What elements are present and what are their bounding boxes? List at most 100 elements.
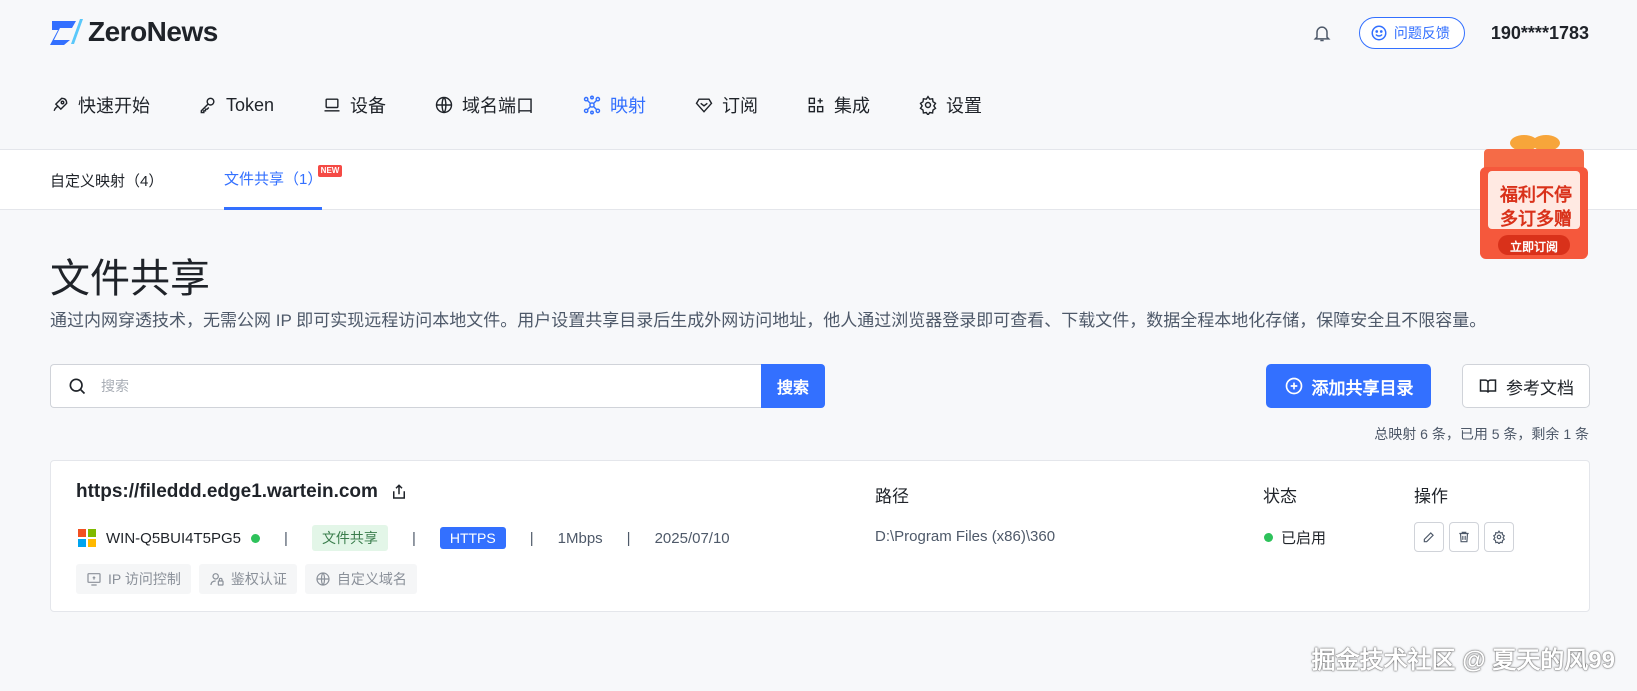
page-title: 文件共享: [50, 257, 210, 301]
type-tag: 文件共享: [311, 525, 388, 551]
feedback-button[interactable]: 问题反馈: [1358, 17, 1465, 49]
docs-button-label: 参考文档: [1506, 378, 1574, 398]
rocket-icon: [53, 97, 68, 112]
edit-button[interactable]: [1414, 522, 1444, 552]
nav-label: 快速开始: [78, 96, 150, 116]
nav-label: 映射: [610, 96, 647, 116]
nav-label: 设备: [350, 96, 387, 116]
separator: |: [626, 529, 631, 547]
bandwidth: 1Mbps: [557, 529, 603, 547]
feature-chips: IP 访问控制 鉴权认证 自定义域名: [76, 564, 417, 594]
top-header: ZeroNews 问题反馈 190****1783 快速开始 Token 设备: [0, 0, 1637, 150]
main-nav: 快速开始 Token 设备 域名端口 映射 订阅 集成 设置: [50, 90, 1030, 120]
separator: |: [411, 529, 416, 547]
feedback-label: 问题反馈: [1393, 25, 1450, 41]
monitor-shield-icon: [87, 573, 101, 586]
column-path-header: 路径: [875, 487, 909, 506]
delete-button[interactable]: [1449, 522, 1479, 552]
logo[interactable]: ZeroNews: [50, 16, 218, 48]
device-name: WIN-Q5BUI4T5PG5: [106, 529, 242, 547]
header-actions: 问题反馈 190****1783: [1311, 16, 1589, 50]
settings-button[interactable]: [1484, 522, 1514, 552]
promo-gift-banner[interactable]: 福利不停 多订多赠 立即订阅: [1480, 135, 1588, 265]
tab-file-share[interactable]: 文件共享（1） NEW: [224, 150, 343, 210]
search-box: [50, 364, 761, 408]
nav-item-domains[interactable]: 域名端口: [434, 90, 534, 120]
feature-label: 鉴权认证: [230, 571, 287, 587]
key-icon: [200, 97, 215, 114]
bell-icon[interactable]: [1311, 22, 1333, 44]
diamond-icon: [695, 98, 713, 113]
network-icon: [583, 95, 601, 115]
user-account[interactable]: 190****1783: [1491, 23, 1589, 44]
globe-icon: [316, 572, 330, 586]
status-dot: [1264, 533, 1273, 542]
mapping-card: https://fileddd.edge1.wartein.com 路径 状态 …: [50, 460, 1590, 612]
feature-label: IP 访问控制: [108, 571, 181, 587]
nav-item-devices[interactable]: 设备: [322, 90, 386, 120]
separator: |: [284, 529, 288, 547]
share-path: D:\Program Files (x86)\360: [875, 528, 1056, 545]
action-buttons: [1414, 522, 1514, 552]
search-input[interactable]: [101, 378, 701, 394]
promo-line-1: 福利不停: [1500, 185, 1572, 205]
add-share-directory-button[interactable]: 添加共享目录: [1266, 364, 1431, 408]
tab-label: 文件共享（1）: [224, 171, 323, 188]
apps-icon: [808, 97, 824, 113]
search-icon: [69, 378, 86, 395]
custom-domain-chip[interactable]: 自定义域名: [304, 564, 417, 594]
trash-icon: [1459, 531, 1469, 543]
new-badge: NEW: [317, 165, 343, 177]
nav-label: 订阅: [722, 96, 759, 116]
nav-item-subscription[interactable]: 订阅: [694, 90, 758, 120]
page-description: 通过内网穿透技术，无需公网 IP 即可实现远程访问本地文件。用户设置共享目录后生…: [50, 311, 1487, 330]
laptop-icon: [324, 98, 340, 112]
pencil-icon: [1423, 532, 1434, 543]
column-status-header: 状态: [1263, 487, 1297, 506]
auth-chip[interactable]: 鉴权认证: [198, 564, 297, 594]
mapping-quota: 总映射 6 条，已用 5 条，剩余 1 条: [1374, 426, 1589, 442]
promo-line-2: 多订多赠: [1500, 209, 1572, 229]
user-lock-icon: [210, 573, 224, 586]
plus-circle-icon: [1285, 377, 1302, 395]
tab-custom-mapping[interactable]: 自定义映射（4）: [50, 150, 163, 210]
promo-subscribe-button[interactable]: 立即订阅: [1498, 238, 1570, 255]
globe-icon: [435, 96, 453, 114]
brand-name: ZeroNews: [88, 16, 218, 47]
nav-label: 域名端口: [462, 96, 535, 116]
mapping-url: https://fileddd.edge1.wartein.com: [76, 481, 408, 503]
nav-item-token[interactable]: Token: [198, 90, 274, 120]
reference-docs-button[interactable]: 参考文档: [1462, 364, 1590, 408]
nav-label: Token: [226, 94, 275, 115]
search-button[interactable]: 搜索: [761, 364, 825, 408]
add-button-label: 添加共享目录: [1311, 378, 1414, 398]
book-icon: [1479, 379, 1497, 393]
nav-item-quickstart[interactable]: 快速开始: [50, 90, 150, 120]
nav-item-settings[interactable]: 设置: [918, 90, 982, 120]
zeronews-logo-icon: [50, 19, 83, 45]
tab-label: 自定义映射（4）: [50, 172, 164, 190]
device-online-dot: [251, 533, 261, 543]
nav-label: 设置: [946, 96, 983, 116]
protocol-tag: HTTPS: [439, 527, 506, 549]
status-text: 已启用: [1281, 530, 1327, 547]
feature-label: 自定义域名: [336, 571, 407, 587]
search-bar: 搜索: [50, 364, 825, 408]
nav-item-integration[interactable]: 集成: [806, 90, 870, 120]
watermark: 掘金技术社区 @ 夏天的风99: [1311, 647, 1615, 674]
windows-icon: [78, 529, 96, 547]
column-actions-header: 操作: [1414, 487, 1448, 506]
share-icon[interactable]: [390, 483, 408, 501]
created-date: 2025/07/10: [654, 529, 730, 547]
gear-icon: [919, 95, 937, 115]
status-indicator: 已启用: [1264, 527, 1326, 548]
smile-icon: [1371, 25, 1387, 41]
separator: |: [529, 529, 534, 547]
nav-item-mapping[interactable]: 映射: [582, 90, 646, 120]
nav-label: 集成: [834, 96, 871, 116]
mapping-meta: WIN-Q5BUI4T5PG5 | 文件共享 | HTTPS | 1Mbps |…: [78, 525, 730, 551]
gear-icon: [1492, 530, 1506, 544]
sub-tabs: 自定义映射（4） 文件共享（1） NEW: [0, 150, 1637, 210]
mapping-url-text[interactable]: https://fileddd.edge1.wartein.com: [76, 481, 378, 503]
ip-access-control-chip[interactable]: IP 访问控制: [76, 564, 191, 594]
